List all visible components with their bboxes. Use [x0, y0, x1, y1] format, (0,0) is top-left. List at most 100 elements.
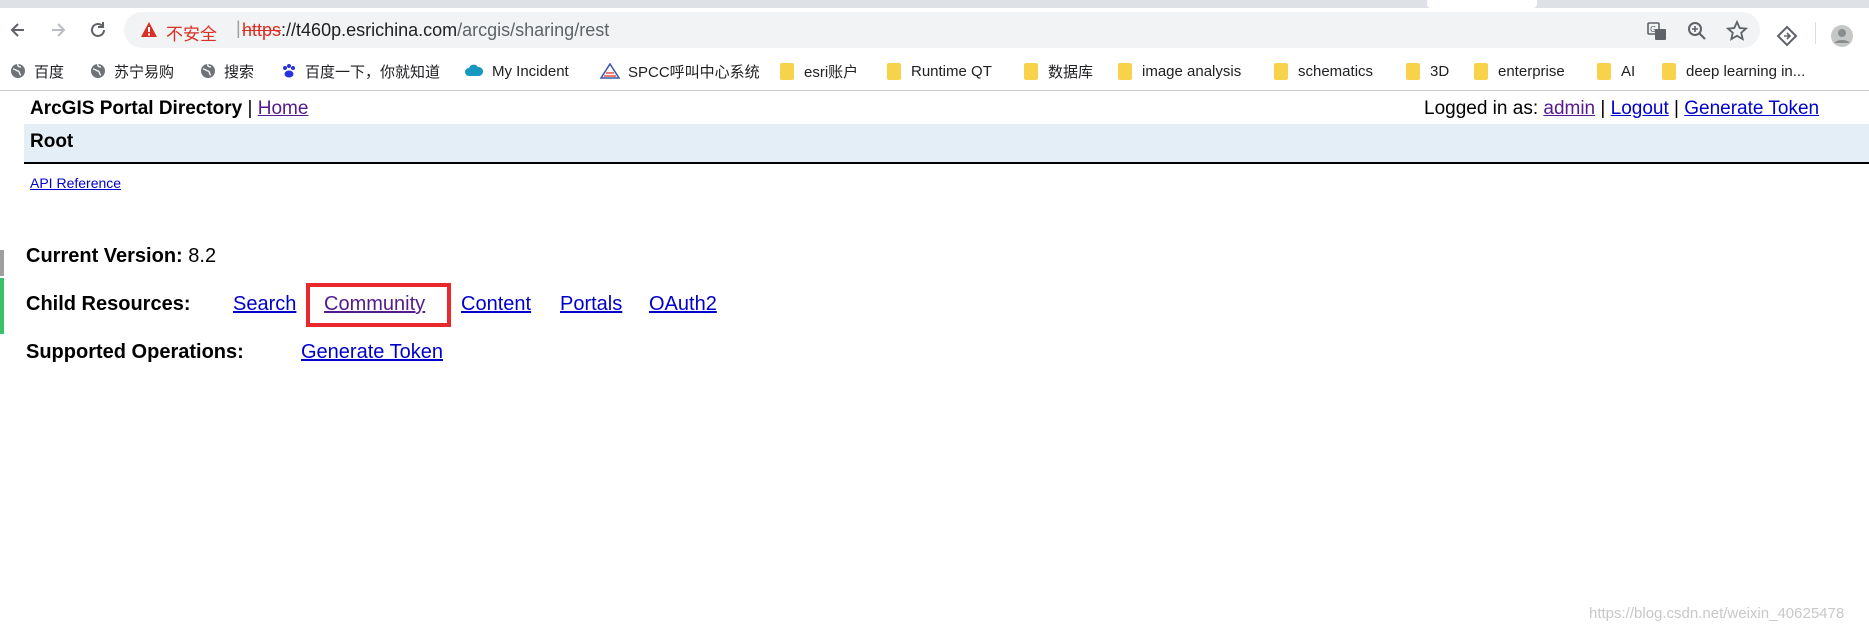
current-version-label: Current Version:	[26, 245, 183, 267]
bookmark-folder[interactable]: enterprise	[1474, 60, 1565, 82]
portals-link[interactable]: Portals	[560, 293, 622, 316]
globe-icon	[11, 63, 25, 78]
login-separator: |	[1674, 98, 1679, 119]
bookmark-label: 百度一下，你就知道	[305, 63, 441, 81]
bookmark-item[interactable]: 搜索	[200, 60, 254, 82]
globe-icon	[91, 63, 105, 78]
bookmark-label: deep learning in...	[1686, 62, 1806, 80]
bookmark-label: AI	[1621, 62, 1636, 80]
bookmark-label: 3D	[1430, 62, 1450, 80]
toolbar-divider	[1815, 22, 1816, 44]
current-version-value: 8.2	[188, 245, 217, 267]
bookmark-folder[interactable]: deep learning in...	[1662, 60, 1805, 82]
supported-operations-label: Supported Operations:	[26, 341, 244, 363]
url-text[interactable]: https://t460p.esrichina.com/arcgis/shari…	[242, 20, 609, 41]
header-generate-token-link[interactable]: Generate Token	[1684, 98, 1819, 119]
bookmark-label: 百度	[34, 63, 65, 81]
address-bar[interactable]: 不安全 | https://t460p.esrichina.com/arcgis…	[124, 12, 1760, 48]
page-title: ArcGIS Portal Directory	[30, 98, 243, 119]
bookmark-label: My Incident	[492, 62, 569, 80]
page-header: ArcGIS Portal Directory | Home	[30, 98, 308, 120]
bookmark-label: Runtime QT	[911, 62, 992, 80]
bookmark-folder[interactable]: schematics	[1274, 60, 1373, 82]
content-link[interactable]: Content	[461, 293, 531, 316]
bookmark-item[interactable]: SPCC呼叫中心系统	[600, 60, 760, 82]
bookmark-label: schematics	[1298, 62, 1374, 80]
bookmark-folder[interactable]: Runtime QT	[887, 60, 992, 82]
forward-arrow-icon	[52, 23, 66, 37]
folder-icon	[1274, 62, 1288, 80]
bookmark-label: 搜索	[224, 63, 255, 81]
folder-icon	[887, 62, 901, 80]
bookmark-folder[interactable]: image analysis	[1118, 60, 1241, 82]
bookmark-label: 数据库	[1048, 63, 1094, 81]
url-path: /arcgis/sharing/rest	[457, 20, 610, 40]
folder-icon	[1597, 62, 1611, 80]
bookmark-label: enterprise	[1498, 62, 1565, 80]
folder-icon	[1024, 62, 1038, 80]
url-scheme-separator: ://	[281, 20, 297, 40]
bookmark-label: esri账户	[804, 63, 859, 81]
folder-icon	[1474, 62, 1488, 80]
bookmark-folder[interactable]: esri账户	[780, 60, 858, 82]
oauth2-link[interactable]: OAuth2	[649, 293, 717, 316]
active-tab-edge[interactable]	[1427, 0, 1537, 8]
globe-icon	[201, 63, 215, 78]
tab-strip	[0, 0, 1869, 8]
header-separator: |	[247, 98, 253, 119]
folder-icon	[1118, 62, 1132, 80]
baidu-paw-icon	[283, 64, 295, 78]
security-status-label[interactable]: 不安全	[166, 20, 217, 45]
bookmark-item[interactable]: 百度一下，你就知道	[281, 60, 440, 82]
root-title: Root	[30, 131, 74, 152]
forward-button[interactable]	[44, 16, 72, 44]
bookmark-folder[interactable]: 3D	[1406, 60, 1449, 82]
home-link[interactable]: Home	[258, 98, 309, 119]
bookmark-item[interactable]: My Incident	[464, 60, 569, 82]
zoom-icon[interactable]	[1686, 20, 1708, 42]
logout-link[interactable]: Logout	[1611, 98, 1669, 119]
browser-toolbar: 不安全 | https://t460p.esrichina.com/arcgis…	[0, 8, 1869, 52]
bookmark-label: image analysis	[1142, 62, 1242, 80]
user-link[interactable]: admin	[1543, 98, 1595, 119]
bookmark-item[interactable]: 百度	[10, 60, 64, 82]
bookmarks-bar: 百度 苏宁易购 搜索 百度一下，你就知道 My Incident SPCC呼叫中…	[0, 52, 1869, 91]
bookmark-label: 苏宁易购	[114, 63, 175, 81]
bookmark-item[interactable]: 苏宁易购	[90, 60, 174, 82]
profile-avatar-icon[interactable]	[1830, 24, 1854, 48]
side-marker	[0, 250, 4, 276]
bookmark-star-icon[interactable]	[1726, 20, 1748, 42]
omnibox-separator: |	[236, 18, 241, 38]
url-host: t460p.esrichina.com	[296, 20, 458, 40]
reload-icon	[91, 22, 105, 37]
search-link[interactable]: Search	[233, 293, 296, 316]
community-highlight-box	[306, 283, 451, 327]
login-separator: |	[1600, 98, 1606, 119]
child-resources-label: Child Resources:	[26, 293, 191, 315]
login-bar: Logged in as: admin | Logout | Generate …	[1424, 98, 1819, 120]
svg-text:G: G	[1650, 25, 1656, 34]
translate-icon[interactable]: G	[1646, 20, 1668, 42]
folder-icon	[1662, 62, 1676, 80]
folder-icon	[1406, 62, 1420, 80]
root-heading-bar: Root	[24, 124, 1869, 164]
api-reference-link[interactable]: API Reference	[30, 175, 121, 191]
warning-icon[interactable]	[140, 21, 158, 39]
bookmark-label: SPCC呼叫中心系统	[628, 63, 760, 81]
side-marker-green	[0, 278, 4, 334]
logged-in-label: Logged in as:	[1424, 98, 1539, 119]
bookmark-folder[interactable]: 数据库	[1024, 60, 1093, 82]
watermark-text: https://blog.csdn.net/weixin_40625478	[1589, 605, 1845, 622]
folder-icon	[780, 62, 794, 80]
generate-token-link[interactable]: Generate Token	[301, 341, 443, 364]
current-version-row: Current Version: 8.2	[26, 245, 216, 268]
reload-button[interactable]	[84, 16, 112, 44]
back-button[interactable]	[4, 16, 32, 44]
extension-icon[interactable]	[1775, 24, 1799, 48]
back-arrow-icon	[10, 23, 24, 37]
url-scheme: https	[242, 20, 282, 40]
supported-operations-row: Supported Operations: Generate Token	[26, 341, 526, 367]
cloud-icon	[465, 64, 484, 76]
triangle-logo-icon	[600, 63, 620, 79]
bookmark-folder[interactable]: AI	[1597, 60, 1635, 82]
